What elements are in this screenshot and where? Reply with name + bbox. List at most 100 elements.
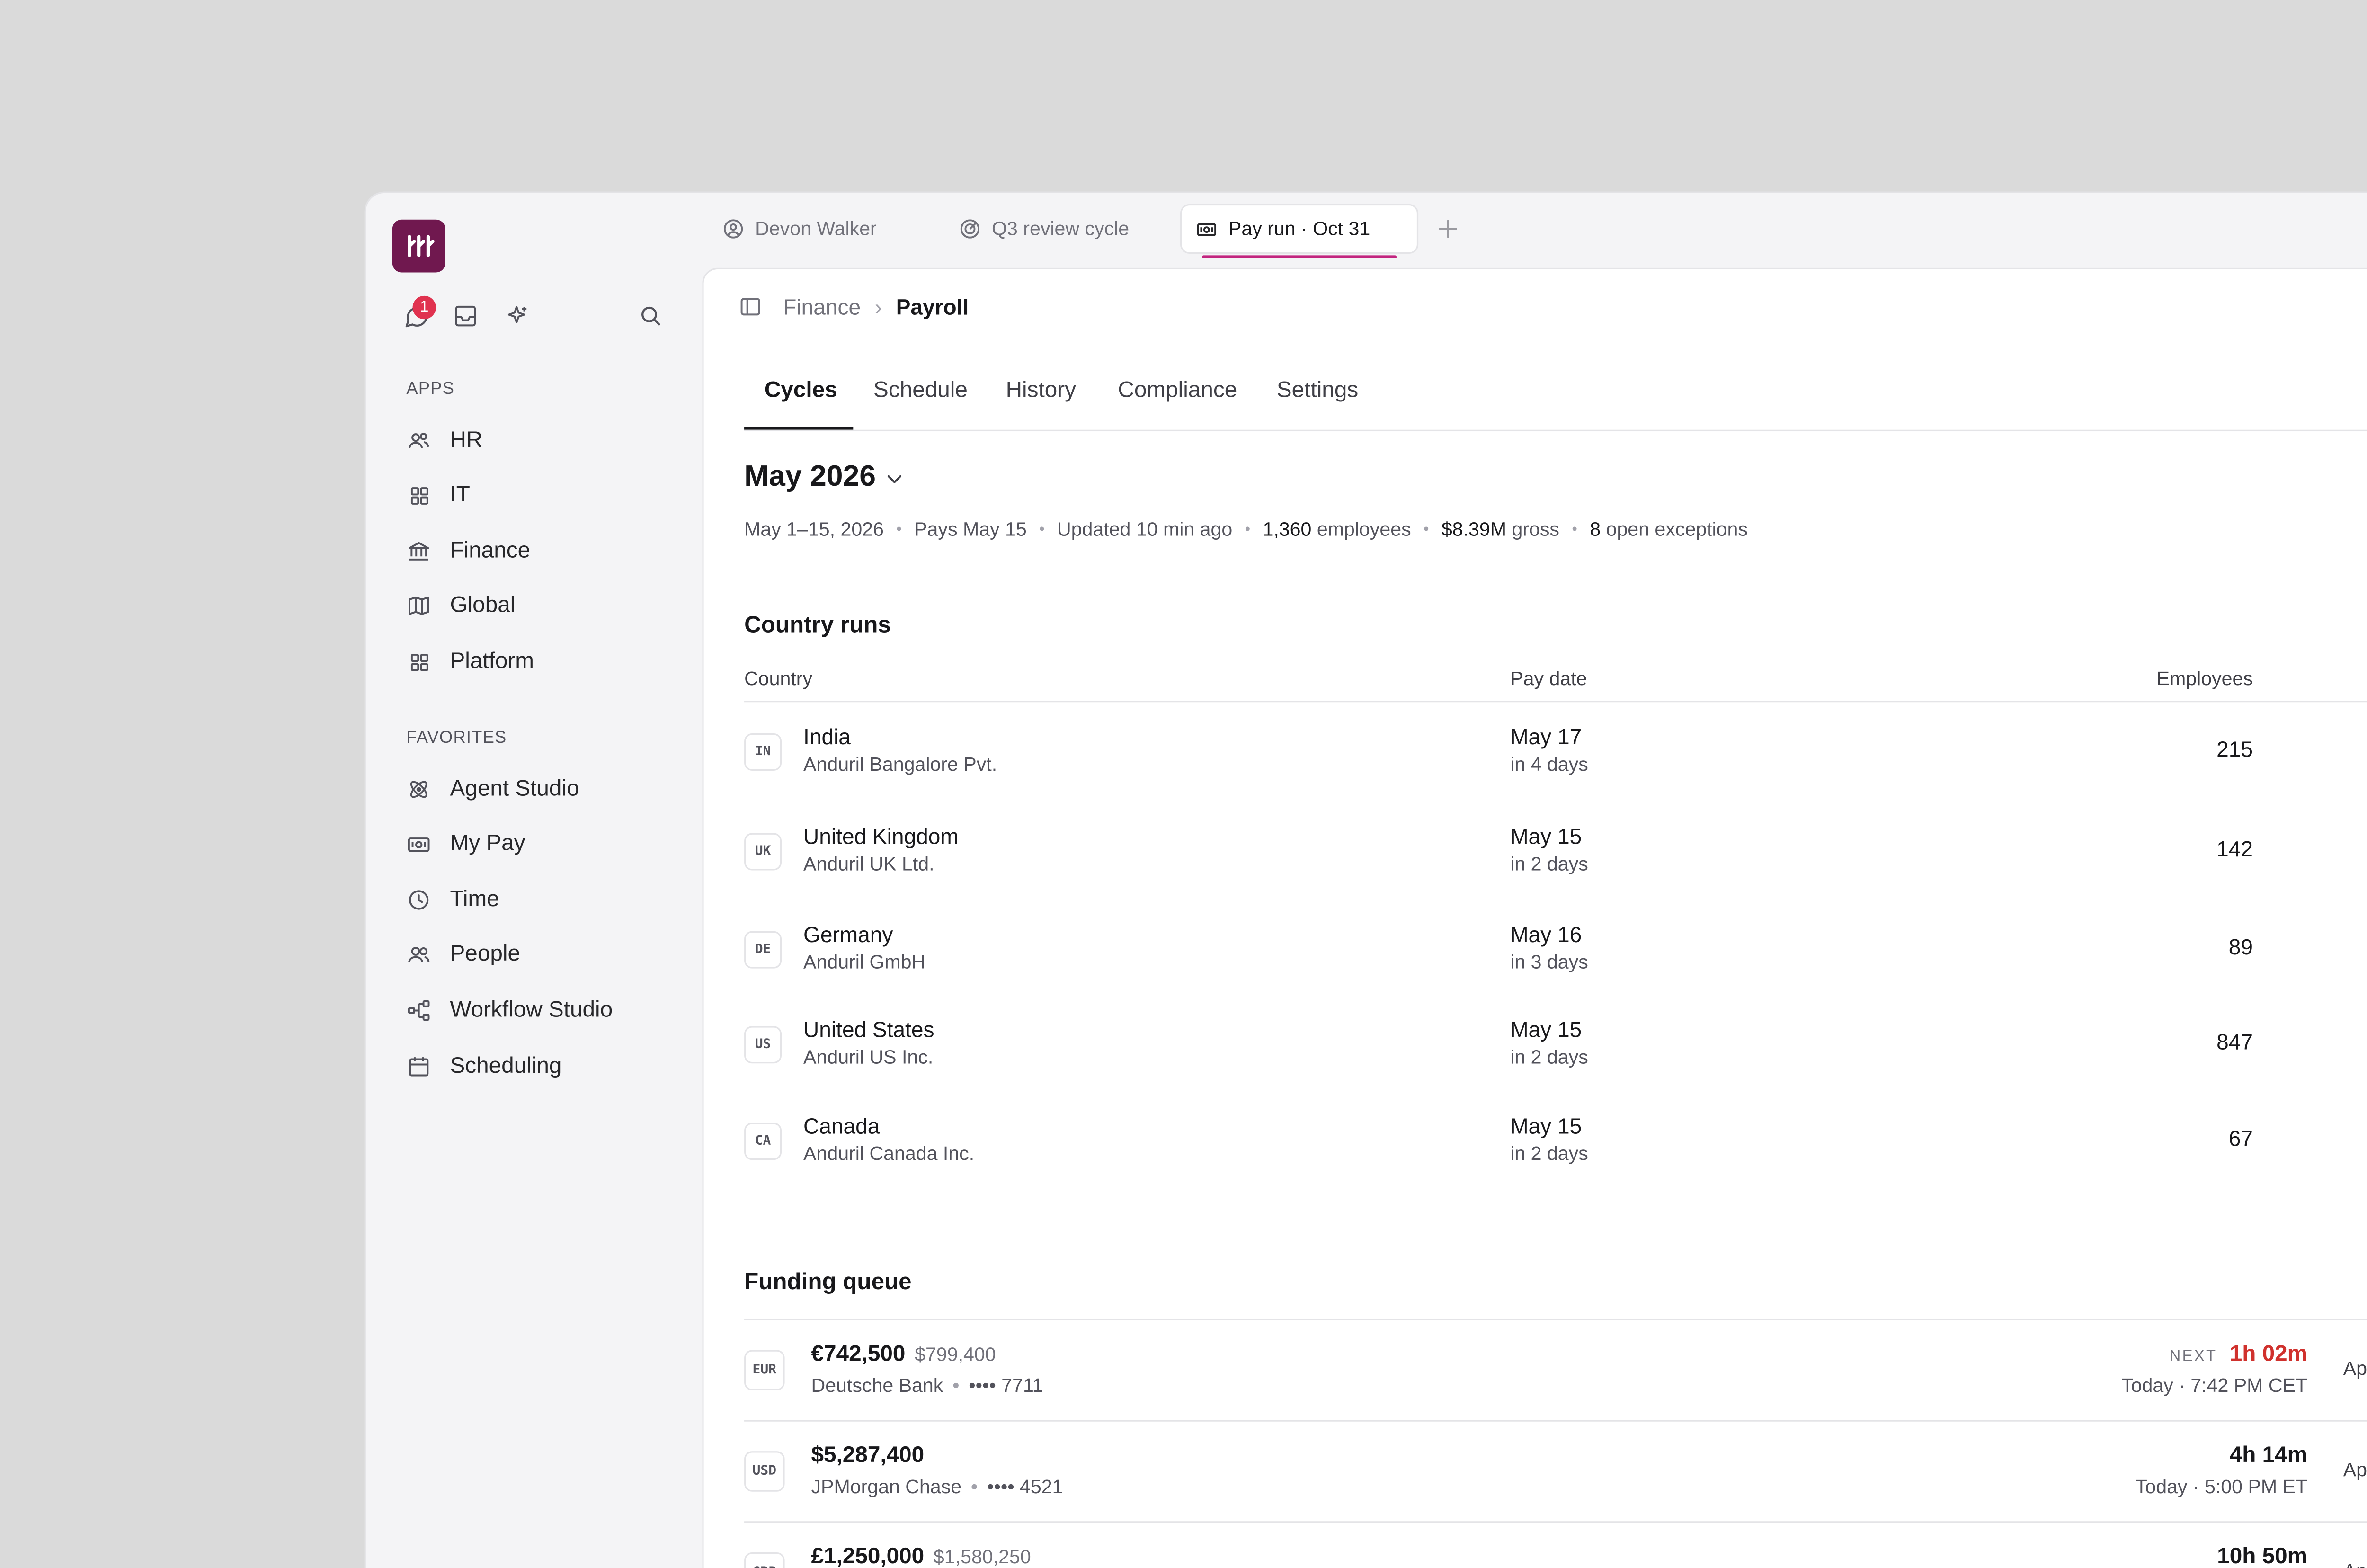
sidebar-item-my-pay[interactable]: My Pay [406,825,525,863]
sidebar-item-time[interactable]: Time [406,882,499,919]
sidebar: 1 APPS HR IT Finance Global Platform FAV… [366,193,702,1568]
deadline-time: Today · 5:00 PM ET [2135,1476,2308,1498]
sidebar-item-label: HR [450,428,483,454]
amount-value: $5,287,400 [811,1443,925,1469]
amount-converted: $799,400 [915,1344,996,1366]
sidebar-item-label: Platform [450,649,534,675]
sparkles-icon[interactable] [501,301,533,332]
funding-amount: $5,287,400 [811,1443,925,1469]
legal-entity: Anduril UK Ltd. [803,853,934,875]
tab-history[interactable]: History [1006,378,1076,403]
logo-mark-icon [408,235,435,257]
approve-button[interactable]: Approve → [2343,1358,2367,1380]
add-tab-icon[interactable] [1434,215,1462,243]
tab-cycles[interactable]: Cycles [765,378,837,403]
sidebar-item-label: IT [450,482,470,508]
sidebar-item-it[interactable]: IT [406,476,470,514]
banknote-icon [1196,218,1218,240]
bank-account: Deutsche Bank • •••• 7711 [811,1375,1043,1397]
approve-button[interactable]: Approve → [2343,1560,2367,1568]
sidebar-item-label: Global [450,593,516,618]
employee-count: 67 [2228,1125,2253,1151]
sidebar-item-label: People [450,942,520,967]
funding-row-gbp: GBP £1,250,000 $1,580,250 10h 50m Approve… [744,1523,2367,1568]
breadcrumb-finance[interactable]: Finance [783,294,861,320]
funding-queue-title: Funding queue [744,1269,912,1296]
legal-entity: Anduril US Inc. [803,1046,934,1069]
legal-entity: Anduril Bangalore Pvt. [803,753,997,775]
period-selector[interactable]: May 2026 [744,461,904,495]
inbox-icon[interactable] [450,301,481,332]
countdown: 1h 02m [2229,1342,2308,1367]
funding-row-eur: EUR €742,500 $799,400 Deutsche Bank • •••• … [744,1320,2367,1420]
tab-compliance[interactable]: Compliance [1118,378,1237,403]
sidebar-item-workflow-studio[interactable]: Workflow Studio [406,992,613,1029]
bank-account: JPMorgan Chase • •••• 4521 [811,1476,1063,1498]
employee-count: 215 [2216,736,2253,762]
country-code-badge: US [744,1026,782,1064]
app-logo[interactable] [392,219,445,273]
user-circle-icon [722,218,744,240]
funding-deadline: NEXT 1h 02m [2170,1342,2308,1367]
sidebar-item-scheduling[interactable]: Scheduling [406,1048,561,1085]
tab-devon-walker[interactable]: Devon Walker [722,204,877,254]
sidebar-item-label: Finance [450,538,531,564]
sidebar-item-finance[interactable]: Finance [406,533,530,570]
sidebar-item-agent-studio[interactable]: Agent Studio [406,771,579,808]
country-runs-title: Country runs [744,612,891,639]
notification-badge: 1 [412,295,436,320]
country-code-badge: UK [744,833,782,871]
exceptions-count[interactable]: 8 [1590,518,1601,540]
search-icon[interactable] [635,301,667,332]
map-icon [406,593,431,618]
country-name: United Kingdom [803,823,959,849]
tab-q3-review-cycle[interactable]: Q3 review cycle [959,204,1129,254]
account-mask: •••• 4521 [987,1476,1063,1498]
funding-amount: €742,500 $799,400 [811,1342,996,1367]
divider [744,429,2367,432]
sidebar-item-platform[interactable]: Platform [406,643,534,680]
country-name: United States [803,1016,934,1042]
country-row-germany[interactable]: DE Germany Anduril GmbH May 16 in 3 days… [744,918,2367,981]
sidebar-item-global[interactable]: Global [406,587,515,624]
period-title: May 2026 [744,461,876,494]
separator-dot: • [970,1476,978,1498]
employee-count: 89 [2228,934,2253,959]
pay-date-relative: in 2 days [1510,1143,1588,1165]
sidebar-toggle-icon[interactable] [738,294,763,320]
pay-date-relative: in 3 days [1510,951,1588,973]
people-icon [406,942,431,967]
column-header-employees: Employees [2156,668,2253,690]
sidebar-item-label: Time [450,887,499,913]
bank-name: JPMorgan Chase [811,1476,962,1498]
apps-section-label: APPS [406,380,455,399]
exceptions-label[interactable]: open exceptions [1606,518,1748,540]
period-summary: May 1–15, 2026 • Pays May 15 • Updated 1… [744,518,1748,540]
amount-value: £1,250,000 [811,1544,925,1568]
sidebar-item-hr[interactable]: HR [406,422,482,459]
users-icon [406,428,431,453]
bank-icon [406,539,431,564]
employee-count: 142 [2216,836,2253,861]
deadline-time: Today · 7:42 PM CET [2121,1375,2308,1397]
tab-settings[interactable]: Settings [1277,378,1358,403]
account-mask: •••• 7711 [969,1375,1043,1397]
funding-row-usd: USD $5,287,400 JPMorgan Chase • •••• 4521 … [744,1422,2367,1521]
tab-label: Q3 review cycle [992,218,1130,240]
country-row-united-kingdom[interactable]: UK United Kingdom Anduril UK Ltd. May 15… [744,820,2367,883]
separator-dot: • [1039,521,1045,538]
tab-schedule[interactable]: Schedule [873,378,968,403]
approve-button[interactable]: Approve → [2343,1459,2367,1481]
employee-count: 1,360 [1263,518,1312,541]
country-row-canada[interactable]: CA Canada Anduril Canada Inc. May 15 in … [744,1110,2367,1173]
country-code-badge: CA [744,1123,782,1160]
country-row-india[interactable]: IN India Anduril Bangalore Pvt. May 17 i… [744,721,2367,784]
country-code-badge: IN [744,733,782,771]
sidebar-item-people[interactable]: People [406,936,520,973]
tab-pay-run[interactable]: Pay run · Oct 31 [1180,204,1419,254]
country-row-united-states[interactable]: US United States Anduril US Inc. May 15 … [744,1014,2367,1076]
clock-icon [406,888,431,913]
country-name: Germany [803,922,893,947]
employee-count: 847 [2216,1029,2253,1054]
pay-date-relative: in 2 days [1510,1046,1588,1069]
